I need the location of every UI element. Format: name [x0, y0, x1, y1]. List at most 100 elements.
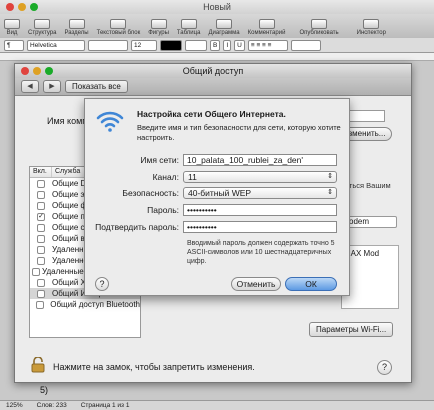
- column-service[interactable]: Служба: [52, 167, 80, 177]
- channel-select[interactable]: 11 ⇕: [183, 171, 337, 183]
- toolbar-shapes-button[interactable]: Фигуры: [148, 19, 169, 36]
- service-checkbox[interactable]: [37, 201, 45, 210]
- service-checkbox[interactable]: [37, 289, 45, 298]
- shapes-icon: [150, 19, 167, 29]
- font-family-select[interactable]: Helvetica: [27, 39, 85, 51]
- pref-title: Общий доступ: [182, 66, 244, 76]
- network-name-input[interactable]: 10_palata_100_rublei_za_den': [183, 154, 337, 166]
- chevron-updown-icon: ⇕: [327, 189, 333, 196]
- toolbar-view-button[interactable]: Вид: [4, 19, 20, 36]
- textbox-icon: [110, 19, 127, 29]
- service-checkbox-cell: ✓: [30, 212, 52, 221]
- minimize-icon[interactable]: [18, 3, 26, 11]
- spacing-select[interactable]: [290, 39, 321, 51]
- service-checkbox[interactable]: [37, 234, 45, 243]
- password-hint: Вводимый пароль должен содержать точно 5…: [187, 240, 335, 265]
- service-checkbox[interactable]: [37, 245, 45, 254]
- service-checkbox[interactable]: [37, 256, 45, 265]
- back-button[interactable]: ◀: [21, 80, 39, 93]
- app-title-bar: Новый: [0, 0, 434, 14]
- toolbar-comment-button[interactable]: Комментарий: [248, 19, 285, 36]
- service-checkbox[interactable]: [37, 179, 45, 188]
- sheet-title: Настройка сети Общего Интернета.: [137, 109, 286, 119]
- outline-icon: [34, 19, 51, 29]
- chevron-updown-icon: ⇕: [327, 173, 333, 180]
- service-checkbox-cell: [30, 289, 52, 298]
- inspector-icon: [363, 19, 380, 29]
- service-checkbox[interactable]: [37, 278, 45, 287]
- ok-button[interactable]: ОК: [285, 277, 337, 291]
- show-all-button[interactable]: Показать все: [65, 80, 128, 93]
- pref-window-controls[interactable]: [21, 67, 53, 75]
- service-checkbox-cell: [30, 278, 52, 287]
- font-size-select[interactable]: 12: [131, 39, 157, 51]
- service-checkbox[interactable]: [32, 267, 41, 276]
- underline-button[interactable]: U: [234, 39, 245, 51]
- main-toolbar: Вид Структура Разделы Текстовый блок Фиг…: [0, 14, 434, 38]
- sections-icon: [68, 19, 85, 29]
- figure-caption: 5): [40, 385, 49, 395]
- alignment-buttons[interactable]: ≡ ≡ ≡ ≡: [247, 39, 288, 51]
- cancel-button[interactable]: Отменить: [231, 277, 281, 291]
- minimize-icon[interactable]: [33, 67, 41, 75]
- service-checkbox[interactable]: [37, 190, 45, 199]
- service-checkbox-cell: [30, 201, 52, 210]
- chart-icon: [216, 19, 233, 29]
- computer-name-field[interactable]: [345, 110, 385, 122]
- toolbar-chart-button[interactable]: Диаграмма: [208, 19, 240, 36]
- forward-button[interactable]: ▶: [43, 80, 61, 93]
- service-checkbox[interactable]: ✓: [37, 212, 45, 221]
- pref-title-bar: Общий доступ: [15, 64, 411, 78]
- toolbar-sections-button[interactable]: Разделы: [64, 19, 89, 36]
- zoom-icon[interactable]: [45, 67, 53, 75]
- service-checkbox-cell: [30, 267, 42, 276]
- close-icon[interactable]: [6, 3, 14, 11]
- sheet-description: Введите имя и тип безопасности для сети,…: [137, 123, 341, 142]
- zoom-icon[interactable]: [30, 3, 38, 11]
- toolbar-table-button[interactable]: Таблица: [177, 19, 200, 36]
- table-icon: [180, 19, 197, 29]
- toolbar-outline-button[interactable]: Структура: [28, 19, 56, 36]
- confirm-password-label: Подтвердить пароль:: [95, 222, 179, 232]
- channel-label: Канал:: [152, 172, 179, 182]
- styles-button[interactable]: ¶: [4, 39, 24, 51]
- help-button[interactable]: ?: [377, 360, 392, 375]
- password-input[interactable]: ••••••••••: [183, 204, 337, 216]
- toolbar-inspector-button[interactable]: Инспектор: [357, 19, 386, 36]
- toolbar-textbox-button[interactable]: Текстовый блок: [97, 19, 140, 36]
- service-checkbox-cell: [30, 190, 52, 199]
- text-color-well[interactable]: [160, 39, 182, 51]
- service-row[interactable]: Общий доступ Bluetooth: [30, 299, 140, 310]
- service-checkbox-cell: [30, 256, 52, 265]
- password-label: Пароль:: [147, 205, 179, 215]
- wifi-icon: [96, 111, 124, 132]
- internet-sharing-network-sheet: Настройка сети Общего Интернета. Введите…: [84, 98, 350, 296]
- share-from-select[interactable]: odem: [345, 216, 397, 228]
- publish-icon: [311, 19, 328, 29]
- zoom-level[interactable]: 125%: [6, 401, 23, 410]
- service-checkbox[interactable]: [36, 300, 45, 309]
- service-checkbox-cell: [30, 179, 52, 188]
- service-checkbox[interactable]: [37, 223, 45, 232]
- wifi-options-button[interactable]: Параметры Wi-Fi...: [309, 322, 394, 337]
- lock-icon[interactable]: [31, 357, 45, 373]
- list-item[interactable]: MAX Mod: [342, 246, 398, 261]
- font-style-select[interactable]: [88, 39, 128, 51]
- bold-button[interactable]: B: [210, 39, 221, 51]
- app-title: Новый: [203, 2, 231, 12]
- sheet-help-button[interactable]: ?: [95, 277, 109, 291]
- security-select[interactable]: 40-битный WEP ⇕: [183, 187, 337, 199]
- close-icon[interactable]: [21, 67, 29, 75]
- column-on[interactable]: Вкл.: [30, 167, 52, 177]
- highlight-color-well[interactable]: [185, 39, 207, 51]
- service-name: Общий доступ Bluetooth: [50, 300, 140, 309]
- toolbar-publish-button[interactable]: Опубликовать: [299, 19, 339, 36]
- pref-toolbar: ◀ ▶ Показать все: [15, 78, 411, 96]
- ruler[interactable]: [0, 53, 434, 61]
- confirm-password-input[interactable]: ••••••••••: [183, 221, 337, 233]
- italic-button[interactable]: I: [223, 39, 232, 51]
- view-icon: [4, 19, 20, 29]
- window-controls[interactable]: [6, 3, 38, 11]
- format-bar: ¶ Helvetica 12 B I U ≡ ≡ ≡ ≡: [0, 38, 434, 53]
- comment-icon: [258, 19, 275, 29]
